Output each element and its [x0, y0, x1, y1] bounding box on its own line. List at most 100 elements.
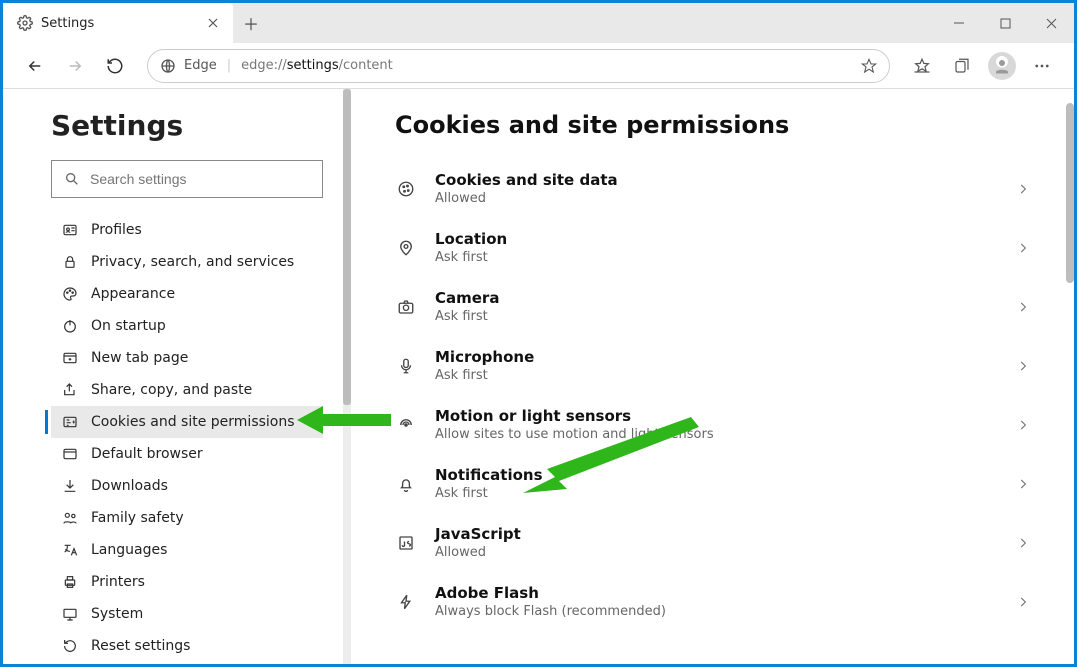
newtab-icon: [61, 350, 79, 366]
favorite-star-icon[interactable]: [861, 58, 877, 74]
settings-main: Cookies and site permissions Cookies and…: [351, 89, 1074, 664]
chevron-right-icon: [1016, 241, 1030, 255]
browser-icon: [61, 446, 79, 462]
refresh-button[interactable]: [97, 48, 133, 84]
permission-subtitle: Always block Flash (recommended): [435, 604, 998, 619]
tab-title: Settings: [41, 16, 195, 31]
sidebar-item-printers[interactable]: Printers: [51, 566, 323, 598]
new-tab-button[interactable]: ＋: [233, 3, 269, 43]
family-icon: [61, 510, 79, 526]
gear-icon: [17, 15, 33, 31]
sidebar-item-label: Cookies and site permissions: [91, 414, 295, 430]
chevron-right-icon: [1016, 359, 1030, 373]
toolbar: Edge | edge://settings/content: [3, 43, 1074, 89]
sidebar-item-share-copy-and-paste[interactable]: Share, copy, and paste: [51, 374, 323, 406]
sensor-icon: [395, 416, 417, 434]
collections-button[interactable]: [944, 48, 980, 84]
permission-row-cookies-and-site-data[interactable]: Cookies and site data Allowed: [395, 159, 1030, 218]
sidebar-item-profiles[interactable]: Profiles: [51, 214, 323, 246]
sidebar-heading: Settings: [51, 109, 323, 142]
printer-icon: [61, 574, 79, 590]
permission-title: Motion or light sensors: [435, 407, 998, 425]
sidebar-item-on-startup[interactable]: On startup: [51, 310, 323, 342]
sidebar-item-appearance[interactable]: Appearance: [51, 278, 323, 310]
sidebar-item-system[interactable]: System: [51, 598, 323, 630]
sidebar-item-reset-settings[interactable]: Reset settings: [51, 630, 323, 662]
permission-subtitle: Allowed: [435, 545, 998, 560]
permission-title: JavaScript: [435, 525, 998, 543]
permission-row-javascript[interactable]: JavaScript Allowed: [395, 513, 1030, 572]
permission-title: Location: [435, 230, 998, 248]
sidebar-item-new-tab-page[interactable]: New tab page: [51, 342, 323, 374]
location-icon: [395, 239, 417, 257]
sidebar-item-languages[interactable]: Languages: [51, 534, 323, 566]
permission-subtitle: Ask first: [435, 368, 998, 383]
sidebar-item-label: New tab page: [91, 350, 188, 366]
close-window-button[interactable]: [1028, 3, 1074, 43]
permission-title: Adobe Flash: [435, 584, 998, 602]
sidebar-item-family-safety[interactable]: Family safety: [51, 502, 323, 534]
omnibox-sep: |: [227, 58, 231, 73]
permission-row-location[interactable]: Location Ask first: [395, 218, 1030, 277]
permission-row-camera[interactable]: Camera Ask first: [395, 277, 1030, 336]
power-icon: [61, 318, 79, 334]
permission-title: Camera: [435, 289, 998, 307]
maximize-button[interactable]: [982, 3, 1028, 43]
settings-nav: Profiles Privacy, search, and services App…: [51, 214, 323, 662]
sidebar-item-default-browser[interactable]: Default browser: [51, 438, 323, 470]
sidebar-item-label: Languages: [91, 542, 167, 558]
permission-title: Notifications: [435, 466, 998, 484]
language-icon: [61, 542, 79, 558]
titlebar: Settings ＋: [3, 3, 1074, 43]
sidebar-item-label: Downloads: [91, 478, 168, 494]
profile-button[interactable]: [984, 48, 1020, 84]
sidebar-item-cookies-and-site-permissions[interactable]: Cookies and site permissions: [51, 406, 323, 438]
download-icon: [61, 478, 79, 494]
site-identity: Edge: [160, 58, 217, 74]
profile-card-icon: [61, 222, 79, 238]
sidebar-item-privacy-search-and-services[interactable]: Privacy, search, and services: [51, 246, 323, 278]
address-bar[interactable]: Edge | edge://settings/content: [147, 49, 890, 83]
permission-title: Cookies and site data: [435, 171, 998, 189]
avatar-icon: [988, 52, 1016, 80]
chevron-right-icon: [1016, 477, 1030, 491]
main-scrollbar[interactable]: [1066, 103, 1074, 283]
sidebar-scrollbar[interactable]: [343, 89, 351, 664]
sidebar-item-label: Printers: [91, 574, 145, 590]
mic-icon: [395, 357, 417, 375]
sidebar-item-label: On startup: [91, 318, 166, 334]
search-settings-input[interactable]: [51, 160, 323, 198]
permission-row-microphone[interactable]: Microphone Ask first: [395, 336, 1030, 395]
more-button[interactable]: [1024, 48, 1060, 84]
flash-icon: [395, 593, 417, 611]
permission-subtitle: Ask first: [435, 486, 998, 501]
chevron-right-icon: [1016, 536, 1030, 550]
permission-row-motion-or-light-sensors[interactable]: Motion or light sensors Allow sites to u…: [395, 395, 1030, 454]
search-settings-field[interactable]: [90, 171, 310, 187]
camera-icon: [395, 298, 417, 316]
close-tab-button[interactable]: [203, 13, 223, 33]
sidebar-item-label: Default browser: [91, 446, 203, 462]
window-controls: [936, 3, 1074, 43]
content-area: Settings Profiles Privacy, search, and se…: [3, 89, 1074, 664]
sidebar-item-label: Appearance: [91, 286, 175, 302]
sidebar-item-label: Family safety: [91, 510, 184, 526]
palette-icon: [61, 286, 79, 302]
permission-row-adobe-flash[interactable]: Adobe Flash Always block Flash (recommen…: [395, 572, 1030, 631]
browser-tab[interactable]: Settings: [3, 3, 233, 43]
forward-button[interactable]: [57, 48, 93, 84]
sidebar-item-label: Profiles: [91, 222, 142, 238]
share-icon: [61, 382, 79, 398]
chevron-right-icon: [1016, 418, 1030, 432]
system-icon: [61, 606, 79, 622]
back-button[interactable]: [17, 48, 53, 84]
chevron-right-icon: [1016, 300, 1030, 314]
minimize-button[interactable]: [936, 3, 982, 43]
permission-title: Microphone: [435, 348, 998, 366]
sidebar-item-label: Share, copy, and paste: [91, 382, 252, 398]
search-icon: [64, 171, 80, 187]
bell-icon: [395, 475, 417, 493]
favorites-button[interactable]: [904, 48, 940, 84]
permission-row-notifications[interactable]: Notifications Ask first: [395, 454, 1030, 513]
sidebar-item-downloads[interactable]: Downloads: [51, 470, 323, 502]
